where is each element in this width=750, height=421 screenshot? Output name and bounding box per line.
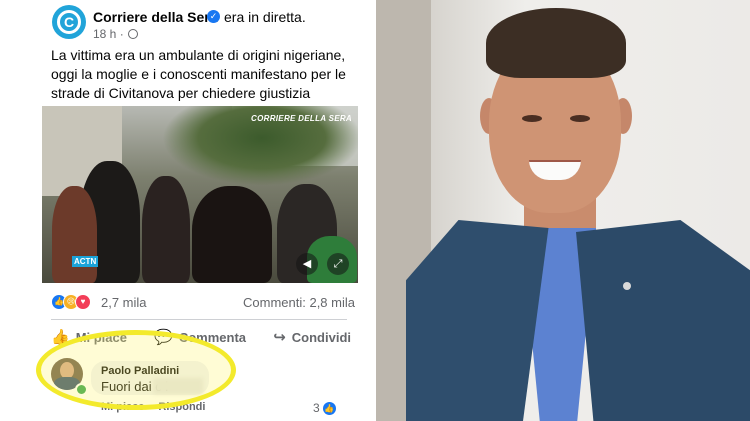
post-timestamp[interactable]: 18 h · [93,27,124,41]
video-crowd-person [52,186,97,283]
comments-count[interactable]: Commenti: 2,8 mila [243,295,355,310]
page-name-link[interactable]: Corriere della Sera [93,9,218,25]
video-badge: ACTN [72,256,99,267]
video-crowd-person [142,176,190,283]
like-icon: 👍 [322,401,336,415]
corriere-logo-icon: C [57,10,81,34]
reaction-icons[interactable]: 👍 😢 ♥ [51,294,91,310]
post-text: La vittima era un ambulante di origini n… [51,47,346,101]
verified-badge-icon: ✓ [207,10,220,23]
comment-like-count[interactable]: 3 👍 [313,401,336,415]
portrait-eye [522,115,542,122]
portrait-hair [486,8,626,78]
portrait-eye [570,115,590,122]
lapel-pin [623,282,631,290]
video-player[interactable]: CORRIERE DELLA SERA ACTN ◀ ⤢ [42,106,358,283]
love-icon: ♥ [75,294,91,310]
divider [51,319,347,320]
portrait-photo [376,0,750,421]
yellow-highlight-annotation [36,330,236,410]
post-meta: 18 h · [93,27,138,41]
live-status-text: era in diretta. [224,9,306,25]
share-icon: ↪ [273,329,286,346]
share-button-label: Condividi [291,329,351,345]
globe-icon [127,29,138,39]
facebook-post-panel: C Corriere della Sera ✓ era in diretta. … [0,0,372,421]
reactions-count[interactable]: 2,7 mila [101,295,147,310]
comment-likes: 3 [313,401,320,415]
share-button[interactable]: ↪ Condividi [273,327,351,347]
video-crowd-person [192,186,272,283]
video-watermark: CORRIERE DELLA SERA [251,114,352,123]
volume-icon[interactable]: ◀ [296,253,318,275]
page-avatar[interactable]: C [52,5,86,39]
fullscreen-icon[interactable]: ⤢ [327,253,349,275]
